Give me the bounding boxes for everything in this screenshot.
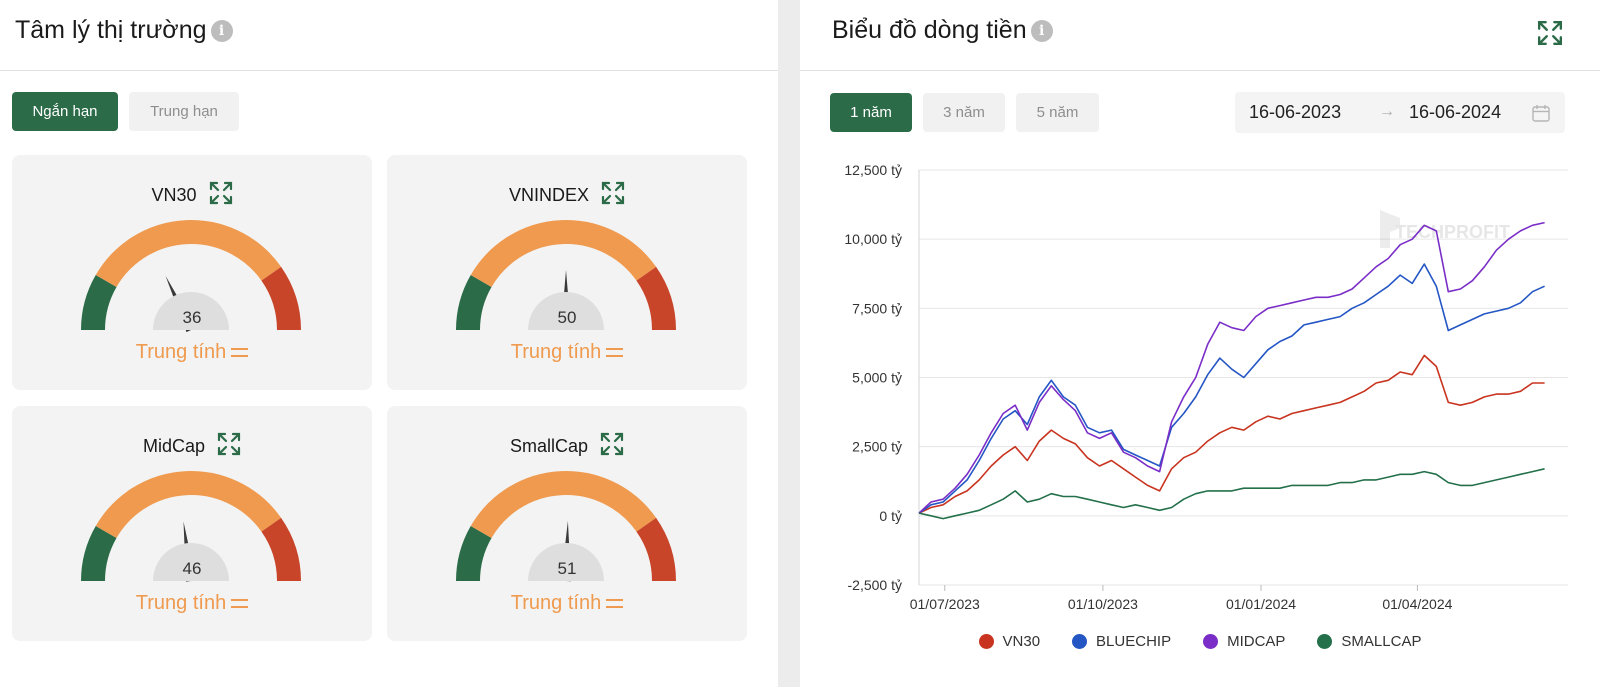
equal-icon bbox=[231, 348, 249, 358]
gauge-name: VN30 bbox=[151, 185, 197, 205]
legend-item-bluechip[interactable]: BLUECHIP bbox=[1072, 633, 1171, 650]
cash-flow-title-text: Biểu đồ dòng tiền bbox=[832, 16, 1027, 44]
calendar-icon[interactable] bbox=[1531, 103, 1551, 123]
gauge-band-neutral bbox=[470, 220, 657, 288]
gauge-name: MidCap bbox=[142, 436, 206, 456]
legend-item-midcap[interactable]: MIDCAP bbox=[1203, 633, 1285, 650]
expand-icon[interactable] bbox=[217, 432, 241, 461]
y-tick-label: 12,500 tỷ bbox=[844, 162, 902, 178]
chart-lines bbox=[918, 221, 1545, 520]
y-tick-label: 10,000 tỷ bbox=[844, 231, 902, 247]
gauge-value: 51 bbox=[557, 559, 577, 578]
gauge-name: VNINDEX bbox=[508, 185, 589, 205]
period-5-years[interactable]: 5 năm bbox=[1016, 93, 1099, 132]
gauge-card-midcap: MidCap 46 Trung tính bbox=[12, 406, 372, 641]
legend-label: MIDCAP bbox=[1227, 633, 1286, 650]
tab-short-term[interactable]: Ngắn hạn bbox=[12, 92, 118, 131]
legend-dot bbox=[1203, 634, 1219, 649]
info-icon[interactable]: i bbox=[210, 19, 233, 42]
date-from[interactable]: 16-06-2023 bbox=[1249, 102, 1341, 123]
legend-label: VN30 bbox=[1002, 633, 1041, 650]
market-sentiment-title-text: Tâm lý thị trường bbox=[15, 16, 207, 44]
y-tick-label: 0 tỷ bbox=[879, 508, 902, 524]
chart-legend: VN30 BLUECHIP MIDCAP SMALLCAP bbox=[800, 633, 1600, 650]
gauge-status: Trung tính bbox=[387, 341, 747, 364]
divider bbox=[800, 70, 1600, 71]
y-tick-label: -2,500 tỷ bbox=[848, 577, 902, 593]
series-line-vn30 bbox=[918, 354, 1545, 514]
gauge-status-text: Trung tính bbox=[510, 341, 602, 363]
gauge-band-neutral bbox=[95, 220, 282, 288]
cash-flow-panel: Biểu đồ dòng tiền i 1 năm 3 năm 5 năm 16… bbox=[800, 0, 1600, 687]
legend-label: SMALLCAP bbox=[1341, 633, 1422, 650]
date-range-arrow: → bbox=[1379, 103, 1395, 120]
gauge-band-neutral bbox=[95, 471, 282, 539]
equal-icon bbox=[606, 348, 624, 358]
gauge-band-neutral bbox=[470, 471, 657, 539]
series-line-midcap bbox=[918, 221, 1545, 514]
legend-item-smallcap[interactable]: SMALLCAP bbox=[1317, 633, 1421, 650]
gauge-value: 46 bbox=[182, 559, 202, 578]
period-3-years[interactable]: 3 năm bbox=[923, 93, 1005, 132]
gauge-title: SmallCap bbox=[387, 432, 747, 461]
date-to[interactable]: 16-06-2024 bbox=[1409, 102, 1501, 123]
series-line-bluechip bbox=[918, 263, 1545, 514]
expand-icon[interactable] bbox=[1537, 20, 1563, 46]
expand-icon[interactable] bbox=[600, 432, 624, 461]
gauge-card-vnindex: VNINDEX 50 Trung tính bbox=[387, 155, 747, 390]
info-icon[interactable]: i bbox=[1030, 19, 1053, 42]
y-tick-label: 7,500 tỷ bbox=[852, 300, 902, 316]
watermark: TECHPROFIT bbox=[1380, 210, 1510, 248]
gauge-status-text: Trung tính bbox=[510, 592, 602, 614]
gauge-value: 36 bbox=[182, 308, 202, 327]
cash-flow-chart: -2,500 tỷ 0 tỷ 2,500 tỷ 5,000 tỷ 7,500 tỷ 10,… bbox=[844, 162, 1568, 612]
x-tick-label: 01/04/2024 bbox=[1382, 596, 1452, 612]
gauge-card-smallcap: SmallCap 51 Trung tính bbox=[387, 406, 747, 641]
legend-label: BLUECHIP bbox=[1096, 633, 1172, 650]
market-sentiment-panel: Tâm lý thị trường i Ngắn hạn Trung hạn V… bbox=[0, 0, 778, 687]
equal-icon bbox=[231, 599, 249, 609]
gauge-status: Trung tính bbox=[12, 592, 372, 615]
expand-icon[interactable] bbox=[209, 181, 233, 210]
expand-icon[interactable] bbox=[601, 181, 625, 210]
x-tick-label: 01/01/2024 bbox=[1226, 596, 1296, 612]
gauge-title: VNINDEX bbox=[387, 181, 747, 210]
gauge-name: SmallCap bbox=[509, 436, 589, 456]
gauge-card-vn30: VN30 36 Trung tính bbox=[12, 155, 372, 390]
market-sentiment-title: Tâm lý thị trường i bbox=[15, 16, 233, 45]
gauge-status: Trung tính bbox=[387, 592, 747, 615]
equal-icon bbox=[606, 599, 624, 609]
gauge-title: VN30 bbox=[12, 181, 372, 210]
legend-item-vn30[interactable]: VN30 bbox=[978, 633, 1041, 650]
y-tick-label: 2,500 tỷ bbox=[852, 439, 902, 455]
gauge-value: 50 bbox=[557, 308, 577, 327]
legend-dot bbox=[1317, 634, 1333, 649]
x-axis-labels: 01/07/2023 01/10/2023 01/01/2024 01/04/2024 bbox=[910, 585, 1453, 612]
legend-dot bbox=[978, 634, 994, 649]
gauge-status-text: Trung tính bbox=[135, 592, 227, 614]
period-1-year[interactable]: 1 năm bbox=[830, 93, 912, 132]
gauge-title: MidCap bbox=[12, 432, 372, 461]
gauge-status: Trung tính bbox=[12, 341, 372, 364]
divider bbox=[0, 70, 778, 71]
date-range-picker[interactable]: 16-06-2023 → 16-06-2024 bbox=[1235, 92, 1565, 133]
cash-flow-title: Biểu đồ dòng tiền i bbox=[832, 16, 1053, 45]
gauge-status-text: Trung tính bbox=[135, 341, 227, 363]
series-line-smallcap bbox=[918, 468, 1545, 520]
legend-dot bbox=[1072, 634, 1088, 649]
y-tick-label: 5,000 tỷ bbox=[852, 370, 902, 386]
x-tick-label: 01/07/2023 bbox=[910, 596, 980, 612]
tab-medium-term[interactable]: Trung hạn bbox=[129, 92, 239, 131]
y-axis-labels: -2,500 tỷ 0 tỷ 2,500 tỷ 5,000 tỷ 7,500 tỷ 10,… bbox=[844, 162, 902, 593]
x-tick-label: 01/10/2023 bbox=[1068, 596, 1138, 612]
